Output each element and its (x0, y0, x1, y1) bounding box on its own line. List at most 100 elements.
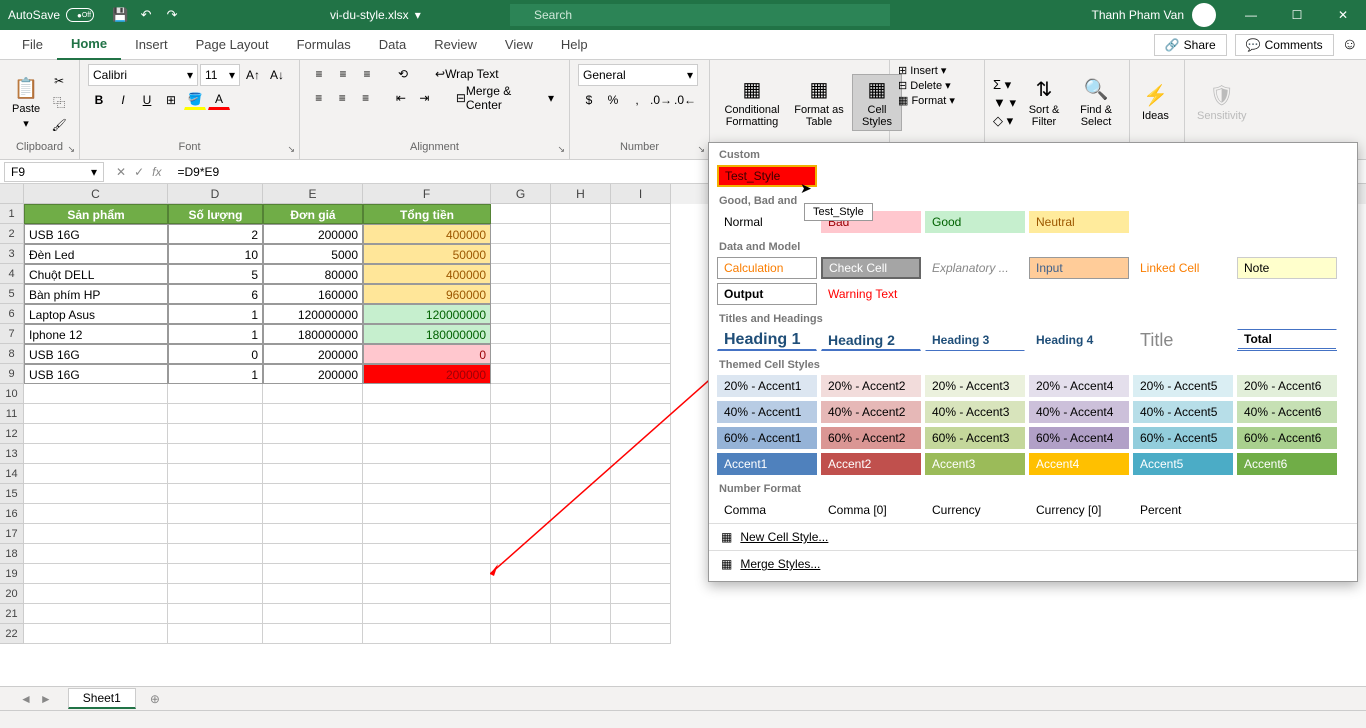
wrap-text-button[interactable]: ↩ Wrap Text (428, 64, 506, 84)
alignment-launcher-icon[interactable]: ↘ (557, 144, 565, 155)
cell[interactable] (551, 444, 611, 464)
row-header[interactable]: 8 (0, 344, 24, 364)
format-as-table-button[interactable]: ▦Format as Table (790, 75, 848, 130)
cell[interactable] (363, 404, 491, 424)
cell[interactable] (611, 504, 671, 524)
cell[interactable] (263, 564, 363, 584)
row-header[interactable]: 13 (0, 444, 24, 464)
cell[interactable]: 0 (168, 344, 263, 364)
currency-icon[interactable]: $ (578, 90, 600, 110)
tab-home[interactable]: Home (57, 30, 121, 60)
cell[interactable]: Iphone 12 (24, 324, 168, 344)
cell[interactable] (491, 324, 551, 344)
row-header[interactable]: 11 (0, 404, 24, 424)
cell[interactable] (551, 384, 611, 404)
comma-icon[interactable]: , (626, 90, 648, 110)
cell[interactable] (24, 444, 168, 464)
style-accent5-40[interactable]: 40% - Accent5 (1133, 401, 1233, 423)
table-header[interactable]: Đơn giá (263, 204, 363, 224)
style-accent5-20[interactable]: 20% - Accent5 (1133, 375, 1233, 397)
cell[interactable]: 120000000 (363, 304, 491, 324)
style-currency[interactable]: Currency (925, 499, 1025, 521)
merge-styles-button[interactable]: ▦ Merge Styles... (709, 550, 1357, 577)
cell[interactable] (491, 424, 551, 444)
search-input[interactable] (510, 4, 890, 26)
maximize-icon[interactable]: ☐ (1274, 0, 1320, 30)
style-heading3[interactable]: Heading 3 (925, 329, 1025, 351)
cell[interactable]: 120000000 (263, 304, 363, 324)
cell[interactable] (168, 484, 263, 504)
row-header[interactable]: 6 (0, 304, 24, 324)
cell[interactable]: 200000 (363, 364, 491, 384)
cell[interactable] (168, 584, 263, 604)
style-neutral[interactable]: Neutral (1029, 211, 1129, 233)
cell[interactable]: 160000 (263, 284, 363, 304)
cell[interactable]: USB 16G (24, 224, 168, 244)
underline-button[interactable]: U (136, 90, 158, 110)
tab-pagelayout[interactable]: Page Layout (182, 30, 283, 60)
select-all-corner[interactable] (0, 184, 24, 204)
font-size-combo[interactable]: 11▾ (200, 64, 240, 86)
cell[interactable] (168, 384, 263, 404)
cell[interactable] (168, 504, 263, 524)
cell[interactable] (263, 424, 363, 444)
cell[interactable]: Bàn phím HP (24, 284, 168, 304)
table-header[interactable]: Tổng tiền (363, 204, 491, 224)
style-comma[interactable]: Comma (717, 499, 817, 521)
cell[interactable] (263, 624, 363, 644)
cell[interactable] (611, 564, 671, 584)
cut-icon[interactable]: ✂ (48, 71, 70, 91)
style-percent[interactable]: Percent (1133, 499, 1233, 521)
align-middle-icon[interactable]: ≡ (332, 64, 354, 84)
cell[interactable]: 6 (168, 284, 263, 304)
style-warning-text[interactable]: Warning Text (821, 283, 921, 305)
cell[interactable] (551, 564, 611, 584)
tab-view[interactable]: View (491, 30, 547, 60)
cell[interactable] (168, 564, 263, 584)
cell[interactable]: 80000 (263, 264, 363, 284)
style-accent3-60[interactable]: 60% - Accent3 (925, 427, 1025, 449)
cell[interactable] (491, 204, 551, 224)
col-header[interactable]: D (168, 184, 263, 204)
orientation-icon[interactable]: ⟲ (392, 64, 414, 84)
cell[interactable] (551, 624, 611, 644)
cell[interactable] (611, 204, 671, 224)
cell[interactable] (263, 524, 363, 544)
cell[interactable] (363, 424, 491, 444)
style-accent2-60[interactable]: 60% - Accent2 (821, 427, 921, 449)
cell[interactable] (168, 444, 263, 464)
cell[interactable] (491, 244, 551, 264)
cell[interactable] (24, 564, 168, 584)
bold-button[interactable]: B (88, 90, 110, 110)
cell[interactable] (611, 344, 671, 364)
row-header[interactable]: 16 (0, 504, 24, 524)
style-linked-cell[interactable]: Linked Cell (1133, 257, 1233, 279)
ideas-button[interactable]: ⚡Ideas (1138, 81, 1173, 124)
undo-icon[interactable]: ↶ (138, 7, 154, 23)
redo-icon[interactable]: ↷ (164, 7, 180, 23)
cell[interactable] (168, 624, 263, 644)
cell[interactable] (363, 604, 491, 624)
cell[interactable] (24, 464, 168, 484)
tab-review[interactable]: Review (420, 30, 491, 60)
fx-icon[interactable]: fx (152, 165, 161, 179)
cell[interactable] (363, 384, 491, 404)
cell[interactable] (551, 324, 611, 344)
cell[interactable] (551, 364, 611, 384)
font-name-combo[interactable]: Calibri▾ (88, 64, 198, 86)
row-header[interactable]: 14 (0, 464, 24, 484)
cell[interactable] (24, 604, 168, 624)
cell[interactable] (168, 424, 263, 444)
italic-button[interactable]: I (112, 90, 134, 110)
cell[interactable]: 200000 (263, 224, 363, 244)
cell[interactable] (363, 464, 491, 484)
cell[interactable] (551, 524, 611, 544)
save-icon[interactable]: 💾 (112, 7, 128, 23)
cell[interactable] (24, 424, 168, 444)
table-header[interactable]: Số lượng (168, 204, 263, 224)
clipboard-launcher-icon[interactable]: ↘ (67, 144, 75, 155)
cell[interactable] (611, 404, 671, 424)
cell[interactable] (263, 404, 363, 424)
increase-font-icon[interactable]: A↑ (242, 65, 264, 85)
style-heading4[interactable]: Heading 4 (1029, 329, 1129, 351)
